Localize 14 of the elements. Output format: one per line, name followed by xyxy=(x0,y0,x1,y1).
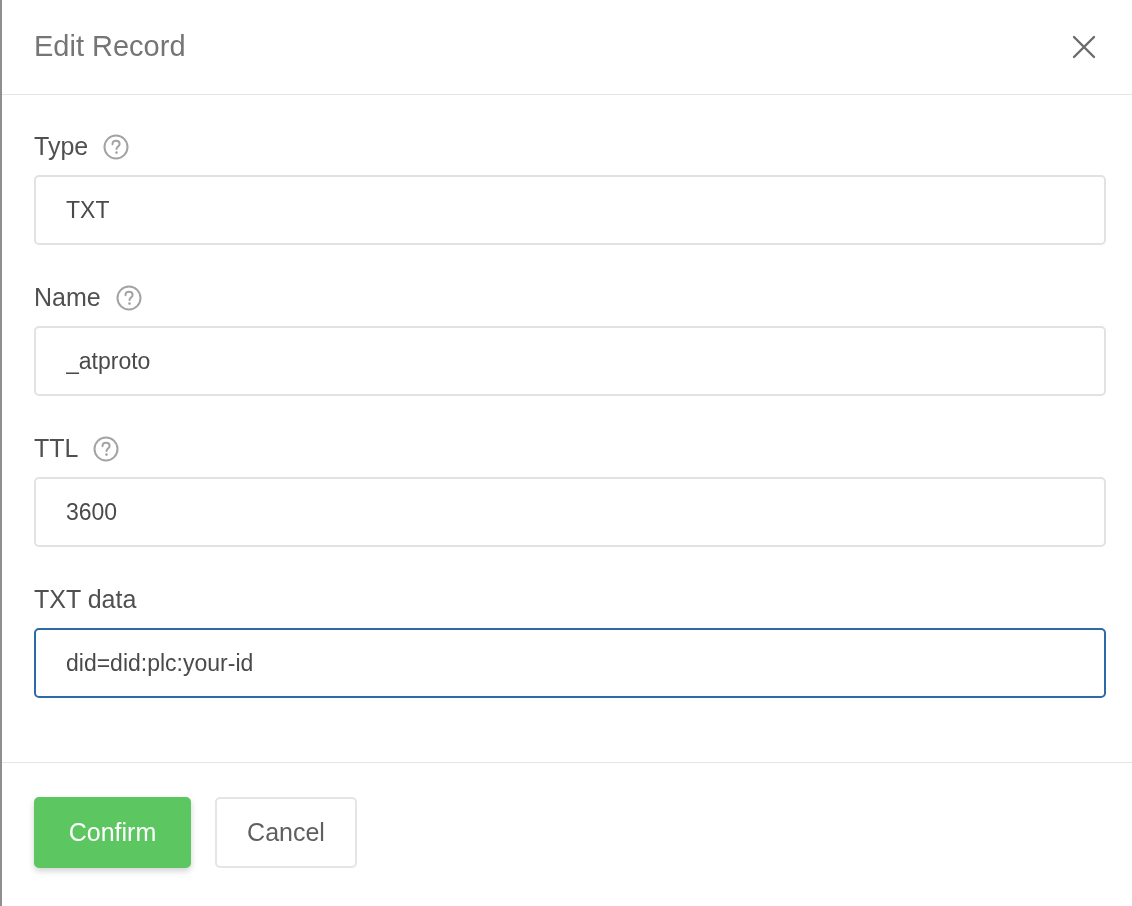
help-icon[interactable] xyxy=(102,133,131,161)
dialog-title: Edit Record xyxy=(34,29,186,65)
help-icon[interactable] xyxy=(92,435,121,463)
input-field[interactable]: _atproto xyxy=(34,326,1106,396)
field-label: TTL xyxy=(34,433,79,465)
input-field[interactable]: TXT xyxy=(34,175,1106,245)
field-label: TXT data xyxy=(34,584,137,616)
help-icon[interactable] xyxy=(114,284,143,312)
close-icon[interactable] xyxy=(1072,35,1096,59)
input-field[interactable]: 3600 xyxy=(34,477,1106,547)
field-label: Type xyxy=(34,131,89,163)
cancel-button[interactable]: Cancel xyxy=(215,797,357,868)
input-field[interactable]: did=did:plc:your-id xyxy=(34,628,1106,698)
field-label: Name xyxy=(34,282,101,314)
